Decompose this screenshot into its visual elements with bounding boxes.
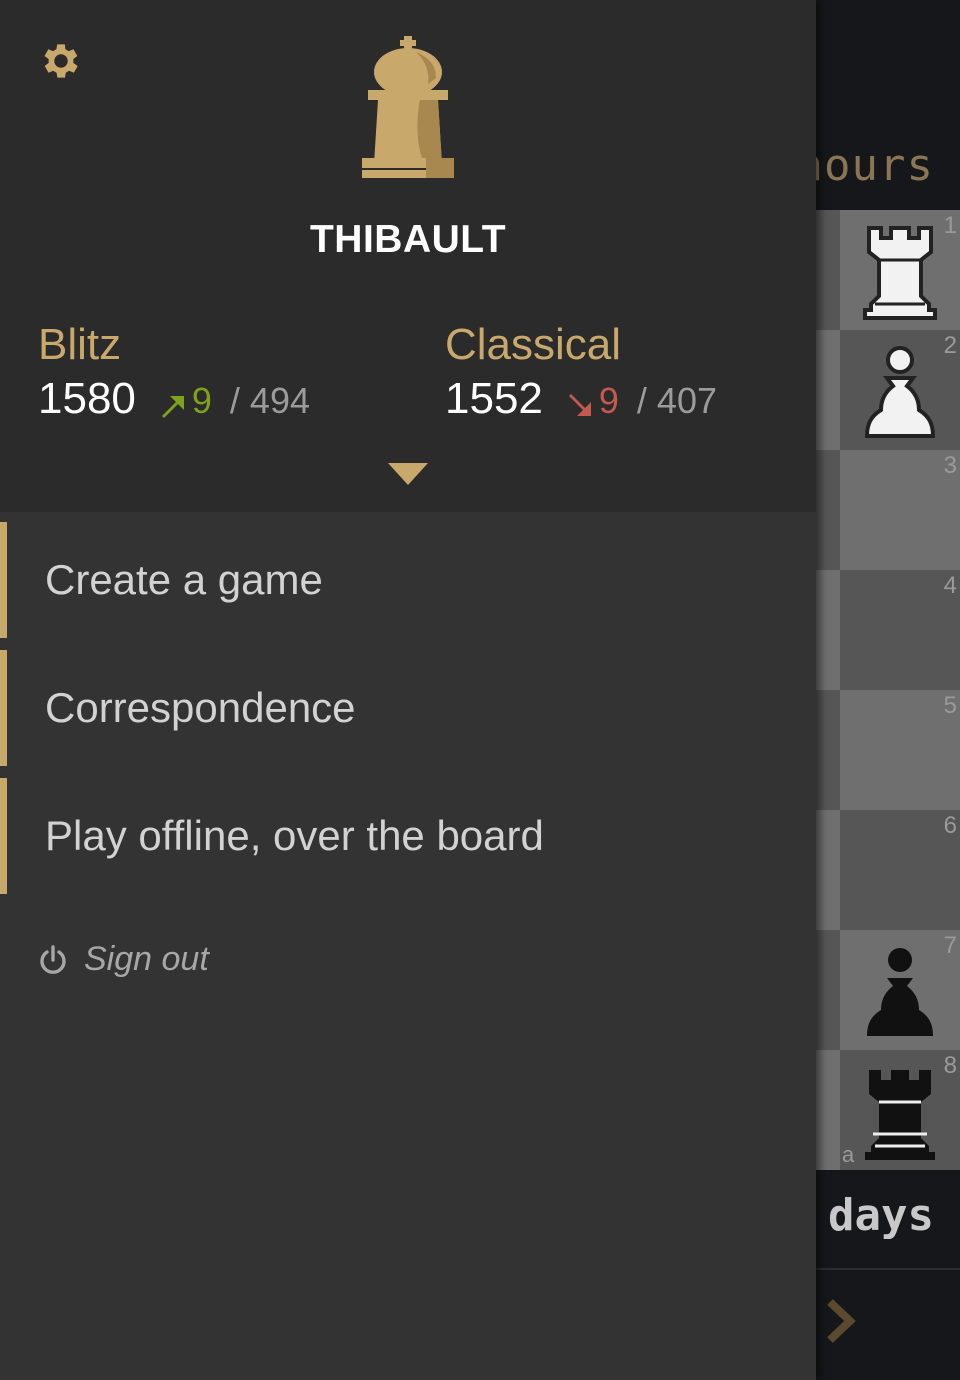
sign-out-label: Sign out	[84, 940, 209, 978]
sign-out-button[interactable]: Sign out	[38, 940, 209, 979]
rank-label: 4	[943, 572, 957, 599]
side-menu: THIBAULT Blitz 1580 9 / 494 Classical 15…	[0, 0, 816, 1380]
perf-games: / 407	[636, 380, 717, 421]
perf-rating: 1552	[445, 374, 543, 423]
perf-progress: 9	[598, 380, 619, 421]
divider	[816, 1268, 960, 1270]
time-control-text: hours	[796, 140, 934, 191]
rank-label: 2	[943, 332, 957, 359]
white-pawn-icon[interactable]	[855, 342, 945, 442]
time-control-text: days	[828, 1190, 934, 1241]
menu-item-correspondence[interactable]: Correspondence	[0, 650, 816, 766]
trend-down-icon	[568, 394, 591, 416]
rank-label: 8	[943, 1052, 957, 1079]
trend-up-icon	[161, 396, 184, 418]
menu-item-create-game[interactable]: Create a game	[0, 522, 816, 638]
rank-label: 7	[943, 932, 957, 959]
power-icon	[40, 944, 66, 974]
menu-item-label: Correspondence	[45, 684, 356, 731]
caret-down-icon[interactable]	[386, 460, 430, 488]
rank-label: 1	[943, 212, 957, 239]
gear-icon[interactable]	[38, 38, 84, 84]
username[interactable]: THIBAULT	[0, 218, 816, 262]
perf-blitz[interactable]: Blitz 1580 9 / 494	[38, 320, 310, 424]
perf-name: Blitz	[38, 320, 122, 369]
perf-rating: 1580	[38, 374, 136, 423]
black-rook-icon[interactable]	[855, 1062, 945, 1162]
perf-games: / 494	[229, 380, 310, 421]
white-rook-icon[interactable]	[855, 220, 945, 320]
black-pawn-icon[interactable]	[855, 942, 945, 1042]
chess-king-icon	[362, 36, 454, 178]
menu-item-play-offline[interactable]: Play offline, over the board	[0, 778, 816, 894]
menu-header: THIBAULT Blitz 1580 9 / 494 Classical 15…	[0, 0, 816, 512]
file-label: a	[842, 1142, 855, 1167]
rank-label: 5	[943, 692, 957, 719]
perf-name: Classical	[445, 320, 622, 369]
rank-label: 3	[943, 452, 957, 479]
perf-classical[interactable]: Classical 1552 9 / 407	[445, 320, 717, 424]
chevron-right-icon[interactable]	[820, 1296, 860, 1346]
rank-label: 6	[943, 812, 957, 839]
menu-item-label: Play offline, over the board	[45, 812, 544, 859]
perf-progress: 9	[191, 380, 212, 421]
menu-item-label: Create a game	[45, 556, 323, 603]
